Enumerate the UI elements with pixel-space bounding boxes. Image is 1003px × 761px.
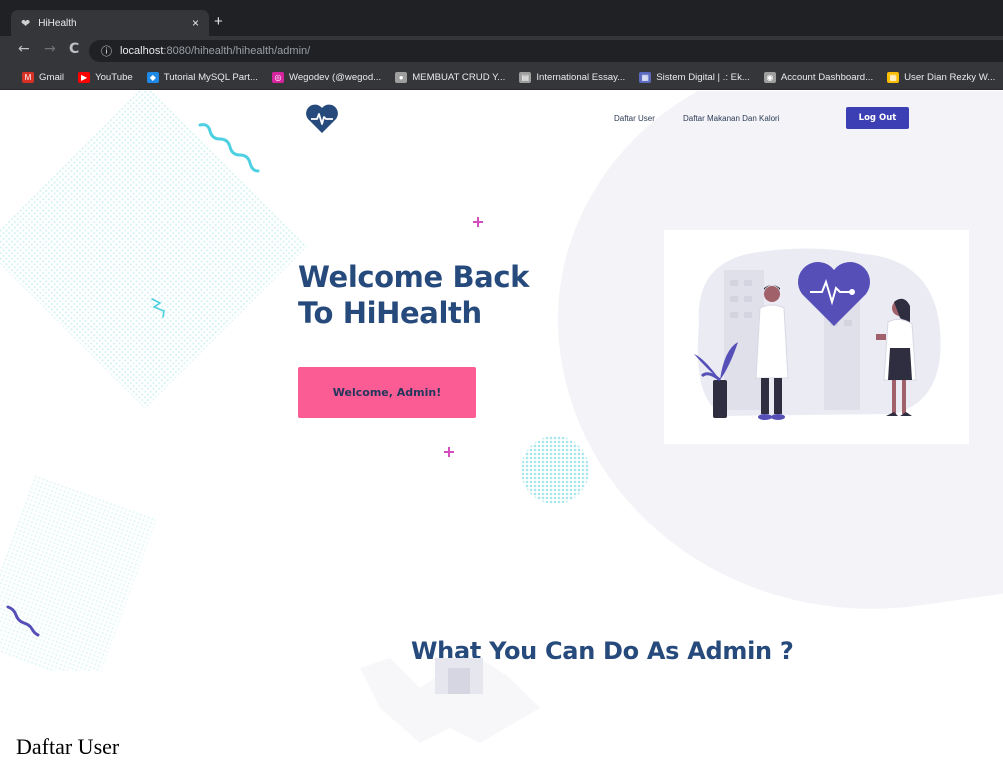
zigzag-decoration <box>151 298 165 318</box>
heart-favicon-icon: ❤ <box>21 17 31 30</box>
bookmark-item[interactable]: ◆ Tutorial MySQL Part... <box>146 72 258 83</box>
gmail-icon: M <box>22 72 34 83</box>
code-icon: ◆ <box>146 72 159 83</box>
hero-title-line: To HiHealth <box>298 296 482 330</box>
squiggle-decoration <box>6 605 40 637</box>
bookmark-label: YouTube <box>95 72 133 83</box>
bookmark-item[interactable]: ▶ YouTube <box>78 72 133 83</box>
hero-title-line: Welcome Back <box>298 260 530 294</box>
forward-button[interactable]: → <box>44 41 56 57</box>
browser-tab[interactable]: ❤ HiHealth × <box>11 10 209 36</box>
bookmarks-bar: M Gmail ▶ YouTube ◆ Tutorial MySQL Part... ◎ We… <box>0 66 1003 90</box>
browser-toolbar: ← → C ⓘ localhost :8080/hihealth/hihealt… <box>0 36 1003 66</box>
tab-close-icon[interactable]: × <box>192 16 199 30</box>
address-bar[interactable]: ⓘ localhost :8080/hihealth/hihealth/admi… <box>89 40 1003 62</box>
puzzle-icon: ▦ <box>639 72 652 83</box>
bookmark-item[interactable]: M Gmail <box>22 72 64 83</box>
bookmark-item[interactable]: ▦ Sistem Digital | .: Ek... <box>639 72 750 83</box>
instagram-icon: ◎ <box>271 72 284 83</box>
tab-title: HiHealth <box>38 17 77 29</box>
bookmark-item[interactable]: ● MEMBUAT CRUD Y... <box>395 72 505 83</box>
bookmark-label: User Dian Rezky W... <box>904 72 996 83</box>
dot-circle-decoration <box>521 436 589 504</box>
back-button[interactable]: ← <box>18 41 30 57</box>
nav-daftar-makanan[interactable]: Daftar Makanan Dan Kalori <box>683 114 780 123</box>
url-host: localhost <box>120 45 164 57</box>
bookmark-item[interactable]: ▦ User Dian Rezky W... <box>887 72 995 83</box>
nav-daftar-user[interactable]: Daftar User <box>614 114 655 123</box>
grid-icon: ▦ <box>887 72 900 83</box>
faint-heart-watermark <box>360 658 540 743</box>
plus-decoration <box>473 217 483 227</box>
bookmark-label: MEMBUAT CRUD Y... <box>412 72 506 83</box>
bookmark-label: Wegodev (@wegod... <box>288 72 382 83</box>
bookmark-item[interactable]: ◉ Account Dashboard... <box>763 72 874 83</box>
reload-button[interactable]: C <box>69 41 79 57</box>
site-info-icon[interactable]: ⓘ <box>101 43 112 59</box>
hero-title: Welcome Back To HiHealth <box>298 259 598 331</box>
bulb-icon: ● <box>395 72 408 83</box>
bookmark-label: Sistem Digital | .: Ek... <box>656 72 750 83</box>
bookmark-label: Tutorial MySQL Part... <box>163 72 258 83</box>
new-tab-button[interactable]: + <box>214 13 223 30</box>
dot-pattern-decoration <box>0 474 157 671</box>
logout-button[interactable]: Log Out <box>846 107 909 129</box>
welcome-button[interactable]: Welcome, Admin! <box>298 367 476 418</box>
bookmark-item[interactable]: ▤ International Essay... <box>519 72 625 83</box>
url-path: :8080/hihealth/hihealth/admin/ <box>163 45 311 57</box>
bookmark-item[interactable]: ◎ Wegodev (@wegod... <box>271 72 382 83</box>
page-viewport: Daftar User Daftar Makanan Dan Kalori Lo… <box>0 91 1003 671</box>
doctors-illustration <box>664 230 969 444</box>
page-icon: ▤ <box>519 72 532 83</box>
globe-icon: ◉ <box>763 72 776 83</box>
bookmark-label: Gmail <box>39 72 65 83</box>
squiggle-decoration <box>198 123 260 173</box>
doctors-illustration-image <box>694 248 941 420</box>
youtube-icon: ▶ <box>78 72 91 83</box>
bookmark-label: International Essay... <box>536 72 626 83</box>
hihealth-logo-icon[interactable] <box>305 104 339 134</box>
browser-tab-bar: ❤ HiHealth × + <box>0 0 1003 36</box>
plus-decoration <box>444 447 454 457</box>
bookmark-label: Account Dashboard... <box>780 72 874 83</box>
